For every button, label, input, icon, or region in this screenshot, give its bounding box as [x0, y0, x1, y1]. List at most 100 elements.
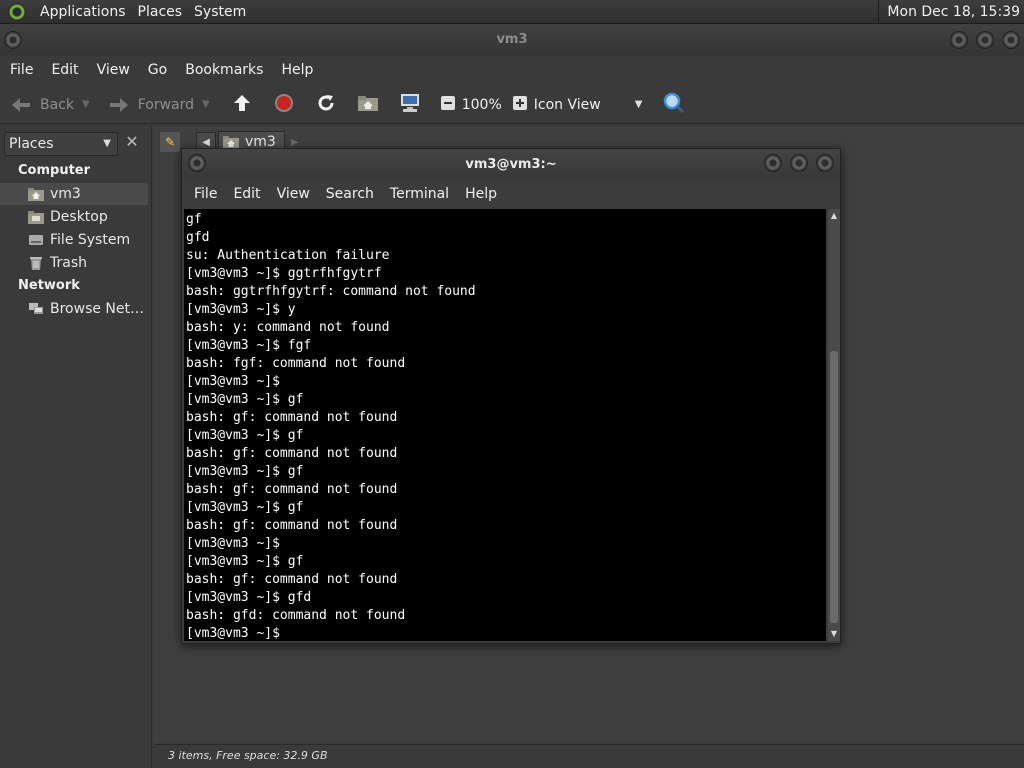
terminal-line: gfd [186, 230, 210, 245]
drive-icon [28, 233, 44, 247]
sidebar-pane-select-label: Places [9, 136, 54, 152]
menu-help[interactable]: Help [275, 62, 319, 78]
home-folder-icon [357, 94, 379, 116]
search-icon [663, 92, 685, 118]
terminal-menu-search[interactable]: Search [320, 186, 380, 202]
zoom-level: 100% [461, 96, 502, 113]
sidebar-item-label: Browse Net… [50, 301, 145, 317]
terminal-menu-terminal[interactable]: Terminal [384, 186, 455, 202]
back-label: Back [40, 96, 74, 113]
computer-button[interactable] [398, 93, 422, 117]
zoom-out-icon [440, 95, 456, 115]
places-sidebar: Places ▼ ✕ Computer vm3 Desktop File Sys… [0, 126, 152, 768]
sidebar-item-file-system[interactable]: File System [0, 229, 148, 251]
terminal-line: [vm3@vm3 ~]$ [186, 536, 280, 551]
terminal-line: [vm3@vm3 ~]$ [186, 626, 280, 641]
view-mode-select[interactable]: Icon View [534, 97, 601, 113]
terminal-line: su: Authentication failure [186, 248, 390, 263]
sidebar-item-trash[interactable]: Trash [0, 252, 148, 274]
back-arrow-icon [10, 94, 32, 116]
sidebar-section-network: Network [18, 278, 80, 293]
panel-menu-places[interactable]: Places [132, 4, 189, 20]
view-mode-dropdown-icon[interactable]: ▼ [635, 99, 643, 110]
close-button[interactable] [1002, 31, 1020, 49]
terminal-menu-view[interactable]: View [271, 186, 316, 202]
reload-button[interactable] [314, 93, 338, 117]
top-panel: Applications Places System Mon Dec 18, 1… [0, 0, 1024, 24]
terminal-scrollbar[interactable]: ▲ ▼ [828, 209, 840, 641]
terminal-window[interactable]: vm3@vm3:~ File Edit View Search Terminal… [181, 148, 841, 644]
terminal-maximize-button[interactable] [790, 154, 808, 172]
panel-menu-applications[interactable]: Applications [34, 4, 132, 20]
file-manager-menubar: File Edit View Go Bookmarks Help [0, 56, 1024, 84]
terminal-menu-help[interactable]: Help [459, 186, 503, 202]
zoom-in-icon [512, 95, 528, 115]
sidebar-item-label: Trash [50, 255, 87, 271]
up-arrow-icon [232, 93, 252, 117]
terminal-line: bash: gf: command not found [186, 410, 398, 425]
terminal-line: bash: gf: command not found [186, 518, 398, 533]
terminal-screen[interactable]: gf gfd su: Authentication failure [vm3@v… [184, 209, 826, 641]
desktop-folder-icon [28, 210, 44, 224]
menu-go[interactable]: Go [142, 62, 173, 78]
search-button[interactable] [662, 92, 686, 118]
forward-arrow-icon [108, 94, 130, 116]
terminal-line: bash: gf: command not found [186, 572, 398, 587]
forward-history-dropdown-icon[interactable]: ▼ [202, 99, 210, 110]
terminal-line: bash: gfd: command not found [186, 608, 406, 623]
scrollbar-thumb[interactable] [830, 351, 838, 623]
menu-view[interactable]: View [91, 62, 136, 78]
file-manager-toolbar: Back ▼ Forward ▼ 100% Icon View ▼ [0, 86, 1024, 124]
file-manager-titlebar[interactable]: vm3 [0, 24, 1024, 56]
terminal-line: bash: fgf: command not found [186, 356, 406, 371]
close-sidebar-icon[interactable]: ✕ [124, 134, 140, 150]
terminal-line: [vm3@vm3 ~]$ gf [186, 464, 304, 479]
file-manager-title: vm3 [496, 32, 528, 47]
menu-file[interactable]: File [4, 62, 39, 78]
stop-button[interactable] [272, 93, 296, 117]
panel-menu-system[interactable]: System [188, 4, 252, 20]
distro-logo-icon[interactable] [8, 2, 26, 21]
terminal-titlebar[interactable]: vm3@vm3:~ [182, 149, 840, 179]
terminal-minimize-button[interactable] [764, 154, 782, 172]
chevron-down-icon: ▼ [103, 138, 111, 149]
terminal-line: [vm3@vm3 ~]$ ggtrfhfgytrf [186, 266, 382, 281]
sidebar-item-desktop[interactable]: Desktop [0, 206, 148, 228]
location-edit-icon[interactable]: ✎ [160, 132, 180, 152]
terminal-line: bash: gf: command not found [186, 446, 398, 461]
menu-bookmarks[interactable]: Bookmarks [179, 62, 269, 78]
terminal-line: [vm3@vm3 ~]$ gf [186, 554, 304, 569]
terminal-line: bash: gf: command not found [186, 482, 398, 497]
panel-clock[interactable]: Mon Dec 18, 15:39 [878, 0, 1020, 24]
terminal-close-button[interactable] [816, 154, 834, 172]
sidebar-item-vm3[interactable]: vm3 [0, 183, 148, 205]
sidebar-item-browse-network[interactable]: Browse Net… [0, 298, 148, 320]
status-bar: 3 items, Free space: 32.9 GB [154, 744, 1024, 768]
stop-icon [274, 93, 294, 117]
forward-button[interactable]: Forward ▼ [108, 90, 210, 120]
terminal-line: [vm3@vm3 ~]$ y [186, 302, 296, 317]
back-button[interactable]: Back ▼ [10, 90, 90, 120]
home-folder-icon [223, 135, 239, 149]
terminal-menu-file[interactable]: File [188, 186, 223, 202]
scroll-up-icon[interactable]: ▲ [828, 209, 840, 223]
up-button[interactable] [230, 93, 254, 117]
minimize-button[interactable] [950, 31, 968, 49]
terminal-menubar: File Edit View Search Terminal Help [182, 181, 840, 207]
home-button[interactable] [356, 93, 380, 117]
zoom-in-button[interactable] [508, 93, 532, 117]
terminal-title: vm3@vm3:~ [465, 157, 557, 172]
zoom-out-button[interactable] [436, 93, 460, 117]
maximize-button[interactable] [976, 31, 994, 49]
sidebar-section-computer: Computer [18, 163, 91, 178]
back-history-dropdown-icon[interactable]: ▼ [82, 99, 90, 110]
path-scroll-right-icon[interactable]: ▶ [291, 137, 299, 148]
home-folder-icon [28, 187, 44, 201]
trash-icon [28, 256, 44, 270]
terminal-menu-edit[interactable]: Edit [227, 186, 266, 202]
computer-icon [399, 93, 421, 117]
sidebar-pane-select[interactable]: Places ▼ [4, 132, 118, 156]
scroll-down-icon[interactable]: ▼ [828, 627, 840, 641]
sidebar-item-label: Desktop [50, 209, 108, 225]
menu-edit[interactable]: Edit [45, 62, 84, 78]
